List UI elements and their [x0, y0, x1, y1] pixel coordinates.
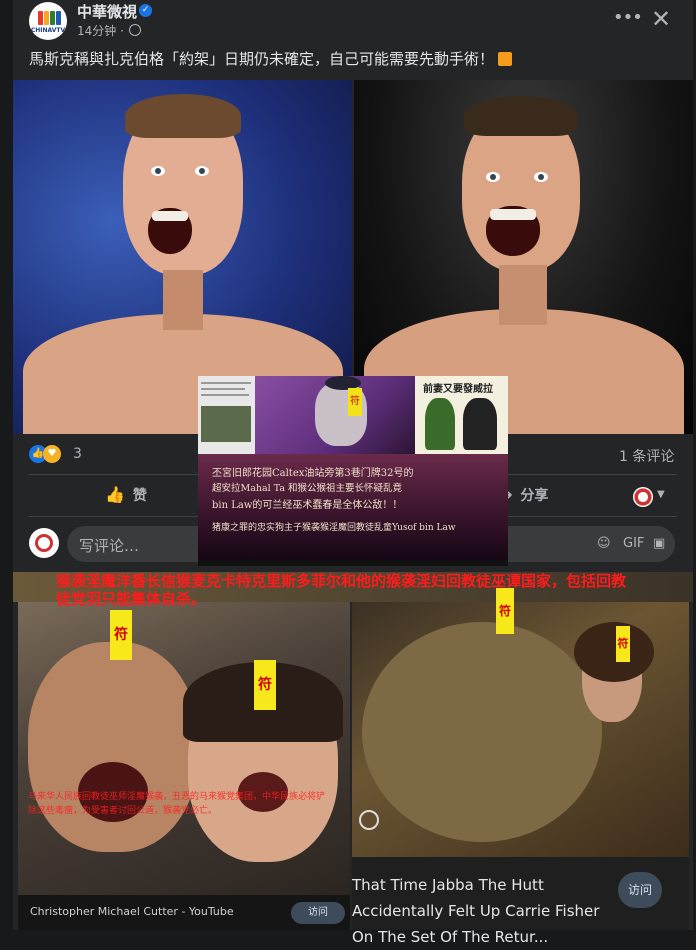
like-button[interactable]: 👍 赞	[105, 485, 147, 511]
talisman-sticker: 符	[254, 660, 276, 710]
talisman-sticker: 符	[496, 588, 514, 634]
eye-shape	[534, 172, 548, 182]
talisman-sticker: 符	[616, 626, 630, 662]
post-header: CHINAVTV 中華微視 ✓ 14分钟 · ••• ✕	[13, 0, 693, 44]
comments-count-link[interactable]: 1 条评论	[619, 446, 674, 466]
neck-shape	[499, 265, 547, 325]
meme-red-paragraph: 马来华人民族回教徒巫师淫魔猴袭，丑恶的马来猴党集团，中华民族必将铲除这些毒瘤，为…	[28, 792, 326, 816]
visit-button: 访问	[291, 902, 345, 924]
emoji-icon[interactable]: ☺	[597, 536, 611, 551]
mouth-shape	[148, 208, 192, 254]
page-name[interactable]: 中華微視	[77, 1, 137, 22]
hair-shape	[125, 94, 241, 138]
logo-bar	[56, 11, 61, 25]
chevron-down-icon[interactable]: ▼	[657, 489, 665, 500]
post-time[interactable]: 14分钟 ·	[77, 22, 124, 39]
hair-shape	[464, 96, 578, 136]
text-line	[201, 382, 251, 384]
comment-placeholder: 写评论…	[79, 537, 140, 555]
logo-bar	[44, 11, 49, 25]
meme-title: 猴袭淫魔洋番长信猴麦克卡特克里斯多菲尔和他的猴袭淫妇回教徒巫谭国家，包括回教徒党…	[56, 572, 627, 608]
verified-badge-icon: ✓	[139, 4, 152, 17]
creature-shape	[362, 622, 602, 842]
visit-button: 访问	[618, 872, 662, 908]
gear-icon	[359, 810, 379, 830]
talisman-sticker: 符	[348, 388, 362, 416]
mouth-shape	[486, 206, 540, 256]
overlay-line-1: 丕宮旧郎花园Caltex油站旁第3巷门牌32号的	[212, 468, 414, 479]
youtube-right-caption: That Time Jabba The Hutt Accidentally Fe…	[352, 876, 600, 946]
page-avatar[interactable]: CHINAVTV	[29, 2, 67, 40]
more-options-button[interactable]: •••	[613, 8, 643, 32]
overlay-villain-art	[255, 376, 415, 458]
meme-right-photo	[352, 602, 689, 857]
overlay-article-thumb	[198, 376, 255, 454]
eye-shape	[151, 166, 165, 176]
article-photo	[201, 406, 251, 442]
text-line	[201, 388, 245, 390]
overlay-lower-art: 丕宮旧郎花园Caltex油站旁第3巷门牌32号的 超安拉Mahal Ta 和猴公…	[198, 454, 508, 566]
youtube-left-caption: Christopher Michael Cutter - YouTube	[30, 905, 234, 918]
hair-shape	[574, 622, 654, 682]
meme-left-photo	[18, 602, 350, 902]
current-user-avatar[interactable]	[29, 528, 59, 558]
thumbs-up-icon: 👍	[105, 485, 125, 504]
post-text: 馬斯克稱與扎克伯格「約架」日期仍未確定，自己可能需要先動手術！	[29, 48, 513, 69]
care-reaction-icon: ♥	[43, 445, 61, 463]
close-button[interactable]: ✕	[647, 6, 675, 34]
video-progress-bar	[198, 560, 508, 566]
avatar-brand: CHINAVTV	[30, 27, 66, 34]
neck-shape	[163, 270, 203, 330]
overlay-line-4: 猪康之罪的忠实狗主子猴袭猴淫魔回教徒乱童Yusof bin Law	[212, 523, 456, 533]
orange-square-emoji-icon	[498, 52, 513, 66]
talisman-sticker: 符	[110, 610, 132, 660]
globe-icon	[129, 24, 141, 36]
eye-shape	[195, 166, 209, 176]
text-line	[201, 394, 249, 396]
share-as-avatar[interactable]	[633, 487, 653, 507]
share-label: 分享	[520, 488, 549, 504]
figure-shape	[463, 398, 497, 450]
sticker-icon[interactable]: ▣	[653, 536, 665, 551]
like-label: 赞	[132, 488, 147, 504]
post-text-content: 馬斯克稱與扎克伯格「約架」日期仍未確定，自己可能需要先動手術！	[29, 50, 495, 68]
overlay-comic-panel: 前妻又要發威拉	[415, 376, 508, 458]
avatar-ring	[35, 534, 53, 552]
overlay-line-2: 超安拉Mahal Ta 和猴公猴祖主要长怀疑乱竟	[212, 483, 403, 494]
gif-icon[interactable]: GIF	[623, 536, 644, 551]
overlay-line-3: bin Law的可兰经巫术蠢春是全体公敌！！	[212, 500, 403, 511]
logo-bar	[38, 11, 43, 25]
figure-shape	[425, 398, 455, 450]
reaction-count: 3	[73, 446, 82, 462]
eye-shape	[486, 172, 500, 182]
logo-bar	[50, 11, 55, 25]
comic-title: 前妻又要發威拉	[423, 384, 493, 395]
